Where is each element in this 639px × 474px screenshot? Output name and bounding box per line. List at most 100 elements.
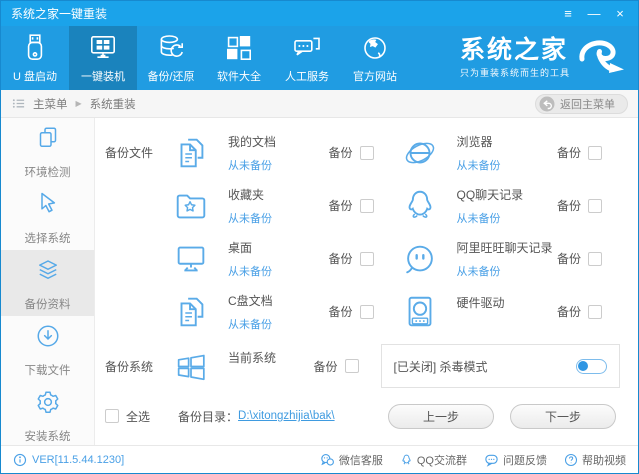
tab-human-service[interactable]: 人工服务 (273, 26, 341, 90)
screens-icon (33, 123, 63, 158)
version-info[interactable]: VER[11.5.44.1230] (13, 453, 124, 467)
backup-row: 桌面 从未备份 备份 阿里旺旺聊天记录 从未备份 备份 (105, 232, 624, 285)
backup-label: 备份 (328, 252, 353, 266)
backup-row: C盘文档 从未备份 备份 硬件驱动 备份 (105, 285, 624, 338)
sidebar-item-label: 环境检测 (24, 166, 71, 179)
tab-usb-boot[interactable]: U 盘启动 (1, 26, 69, 90)
sidebar-item-environment-check[interactable]: 环境检测 (1, 118, 94, 184)
backup-item-hardware-drivers: 硬件驱动 备份 (396, 291, 625, 333)
feedback-bubble-icon (484, 453, 499, 467)
browser-icon (396, 132, 444, 174)
windows-logo-icon (167, 345, 215, 387)
wechat-icon (320, 453, 335, 467)
sidebar-item-label: 下载文件 (24, 364, 71, 377)
backup-checkbox-c-drive-docs[interactable] (359, 304, 374, 319)
backup-dir-path-link[interactable]: D:\xitongzhijia\bak\ (238, 410, 335, 422)
footer-link-label: QQ交流群 (416, 454, 467, 467)
next-step-button[interactable]: 下一步 (510, 403, 616, 429)
backup-checkbox-wangwang-chat[interactable] (588, 251, 602, 266)
item-name: 阿里旺旺聊天记录 (456, 240, 553, 255)
antivirus-toggle[interactable] (576, 358, 607, 374)
section-label-backup-system: 备份系统 (105, 359, 154, 374)
backup-row: 收藏夹 从未备份 备份 QQ聊天记录 从未备份 备份 (105, 179, 624, 232)
tab-software-collection[interactable]: 软件大全 (205, 26, 273, 90)
backup-checkbox-qq-chat[interactable] (588, 198, 602, 213)
cursor-icon (33, 189, 63, 224)
sidebar: 环境检测 选择系统 备份资料 下载文件 安装系统 (1, 118, 95, 445)
item-status: 从未备份 (456, 212, 501, 225)
help-icon (564, 453, 578, 467)
main-toolbar: U 盘启动 一键装机 备份/还原 软件大全 人工服务 官方网站 系统之家 只为重… (1, 26, 638, 90)
backup-checkbox-favorites[interactable] (359, 198, 374, 213)
backup-label: 备份 (556, 146, 581, 160)
desktop-monitor-icon (167, 238, 215, 280)
backup-row: 备份文件 我的文档 从未备份 备份 浏览器 从未备份 备份 (105, 126, 624, 179)
sidebar-item-label: 备份资料 (24, 298, 71, 311)
item-name: 桌面 (228, 240, 253, 255)
layers-icon (33, 255, 63, 290)
wechat-service-link[interactable]: 微信客服 (320, 452, 383, 468)
gear-icon (33, 387, 63, 422)
backup-panel: 备份文件 我的文档 从未备份 备份 浏览器 从未备份 备份 收藏夹 从未备份 备… (95, 118, 638, 445)
footer-link-label: 帮助视频 (582, 454, 626, 467)
previous-step-button[interactable]: 上一步 (388, 403, 494, 429)
brand-logo: 系统之家 只为重装系统而生的工具 (460, 26, 638, 90)
item-status: 从未备份 (456, 159, 501, 172)
qq-group-link[interactable]: QQ交流群 (400, 452, 467, 468)
tab-label: 人工服务 (285, 71, 329, 83)
download-icon (33, 321, 63, 356)
back-to-main-menu-button[interactable]: 返回主菜单 (535, 93, 628, 114)
qq-penguin-icon (396, 185, 444, 227)
tab-official-website[interactable]: 官方网站 (341, 26, 409, 90)
breadcrumb-root[interactable]: 主菜单 (33, 96, 68, 112)
backup-checkbox-browser[interactable] (588, 145, 602, 160)
minimize-icon[interactable]: — (586, 7, 602, 20)
backup-label: 备份 (313, 359, 338, 374)
backup-item-browser: 浏览器 从未备份 备份 (396, 132, 625, 174)
feedback-link[interactable]: 问题反馈 (484, 452, 547, 468)
back-button-label: 返回主菜单 (560, 98, 615, 111)
antivirus-mode-label: [已关闭] 杀毒模式 (393, 359, 488, 374)
backup-system-row: 备份系统 当前系统 备份 [已关闭] 杀毒模式 (105, 338, 624, 394)
backup-item-qq-chat: QQ聊天记录 从未备份 备份 (396, 185, 625, 227)
backup-checkbox-hardware-drivers[interactable] (588, 304, 602, 319)
title-bar: 系统之家一键重装 ≡ — × (1, 1, 638, 26)
item-status (228, 373, 313, 384)
backup-checkbox-my-documents[interactable] (359, 145, 374, 160)
brand-swoosh-icon (576, 35, 628, 82)
sidebar-item-install-system[interactable]: 安装系统 (1, 382, 94, 448)
chat-bubbles-icon (291, 32, 323, 64)
tab-backup-restore[interactable]: 备份/还原 (137, 26, 205, 90)
tab-one-click-install[interactable]: 一键装机 (69, 26, 137, 90)
help-videos-link[interactable]: 帮助视频 (564, 452, 626, 468)
info-icon (13, 453, 27, 467)
item-status: 从未备份 (228, 159, 272, 172)
close-icon[interactable]: × (612, 7, 628, 20)
breadcrumb-separator: ▶ (75, 99, 82, 108)
backup-checkbox-desktop[interactable] (359, 251, 374, 266)
antivirus-mode-box: [已关闭] 杀毒模式 (380, 344, 620, 388)
usb-icon (19, 32, 51, 64)
list-icon (11, 96, 26, 111)
backup-label: 备份 (328, 146, 353, 160)
back-arrow-icon (539, 96, 555, 112)
hard-drive-icon (396, 291, 444, 333)
item-name: 硬件驱动 (456, 296, 505, 310)
sidebar-item-label: 安装系统 (24, 430, 71, 443)
backup-label: 备份 (556, 199, 581, 213)
tab-label: 备份/还原 (147, 71, 195, 83)
sidebar-item-choose-system[interactable]: 选择系统 (1, 184, 94, 250)
backup-checkbox-current-system[interactable] (344, 359, 359, 373)
item-name: 当前系统 (228, 350, 277, 365)
item-name: QQ聊天记录 (456, 187, 524, 202)
item-status: 从未备份 (228, 212, 272, 225)
sidebar-item-download-files[interactable]: 下载文件 (1, 316, 94, 382)
breadcrumb-current: 系统重装 (89, 98, 136, 111)
item-status (457, 318, 557, 329)
version-text: VER[11.5.44.1230] (32, 453, 125, 466)
breadcrumb: 主菜单 ▶ 系统重装 返回主菜单 (1, 90, 638, 118)
sidebar-item-backup-data[interactable]: 备份资料 (1, 250, 94, 316)
select-all-checkbox[interactable] (105, 409, 119, 423)
backup-label: 备份 (556, 305, 581, 319)
menu-icon[interactable]: ≡ (560, 7, 576, 20)
